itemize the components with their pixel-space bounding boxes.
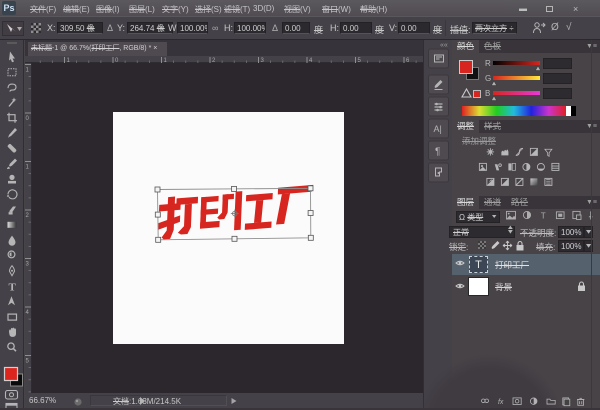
svg-text:fx: fx xyxy=(498,399,504,406)
svg-text:0: 0 xyxy=(115,58,119,64)
svg-text:5: 5 xyxy=(26,359,30,365)
svg-text:T: T xyxy=(541,212,546,221)
svg-text:A|: A| xyxy=(434,124,442,134)
svg-text:3: 3 xyxy=(261,58,265,64)
svg-text:0: 0 xyxy=(26,116,30,122)
svg-text:1: 1 xyxy=(26,165,30,171)
svg-text:5: 5 xyxy=(358,58,362,64)
svg-text:««: «« xyxy=(440,42,448,49)
svg-text:4: 4 xyxy=(26,310,30,316)
svg-text:6: 6 xyxy=(406,58,410,64)
svg-text:3: 3 xyxy=(26,262,30,268)
svg-text:2: 2 xyxy=(26,213,30,219)
svg-text:T: T xyxy=(9,282,17,294)
svg-text:1: 1 xyxy=(67,58,71,64)
svg-text:1: 1 xyxy=(164,58,168,64)
svg-text:¶: ¶ xyxy=(435,147,440,158)
svg-text:4: 4 xyxy=(309,58,313,64)
svg-text:1: 1 xyxy=(26,68,30,74)
svg-text:2: 2 xyxy=(212,58,216,64)
